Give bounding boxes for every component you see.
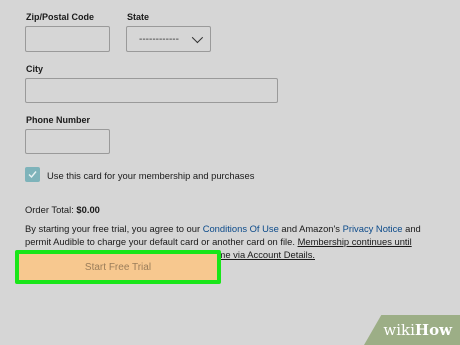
state-select-value: ------------ bbox=[139, 33, 179, 45]
zip-label: Zip/Postal Code bbox=[26, 12, 95, 22]
state-label: State bbox=[127, 12, 150, 22]
cta-highlight: Start Free Trial bbox=[15, 250, 221, 284]
state-select[interactable]: ------------ bbox=[126, 26, 211, 52]
start-free-trial-button[interactable]: Start Free Trial bbox=[19, 254, 217, 280]
city-label: City bbox=[26, 64, 44, 74]
order-total: Order Total: $0.00 bbox=[25, 203, 100, 216]
phone-input[interactable] bbox=[25, 129, 110, 154]
checkmark-icon bbox=[28, 171, 37, 179]
watermark-how: How bbox=[414, 321, 452, 339]
terms-part1: By starting your free trial, you agree t… bbox=[25, 223, 203, 234]
order-total-label: Order Total: bbox=[25, 204, 74, 215]
order-total-value: $0.00 bbox=[76, 204, 100, 215]
conditions-of-use-link[interactable]: Conditions Of Use bbox=[203, 223, 279, 234]
terms-part2: and Amazon's bbox=[278, 223, 343, 234]
chevron-down-icon bbox=[191, 31, 204, 44]
watermark-wiki: wiki bbox=[383, 321, 415, 339]
use-card-checkbox[interactable] bbox=[25, 167, 40, 182]
wikihow-watermark: wiki How bbox=[364, 315, 460, 345]
city-input[interactable] bbox=[25, 78, 278, 103]
zip-input[interactable] bbox=[25, 26, 110, 52]
use-card-label: Use this card for your membership and pu… bbox=[47, 170, 255, 181]
phone-label: Phone Number bbox=[26, 115, 91, 125]
privacy-notice-link[interactable]: Privacy Notice bbox=[343, 223, 403, 234]
